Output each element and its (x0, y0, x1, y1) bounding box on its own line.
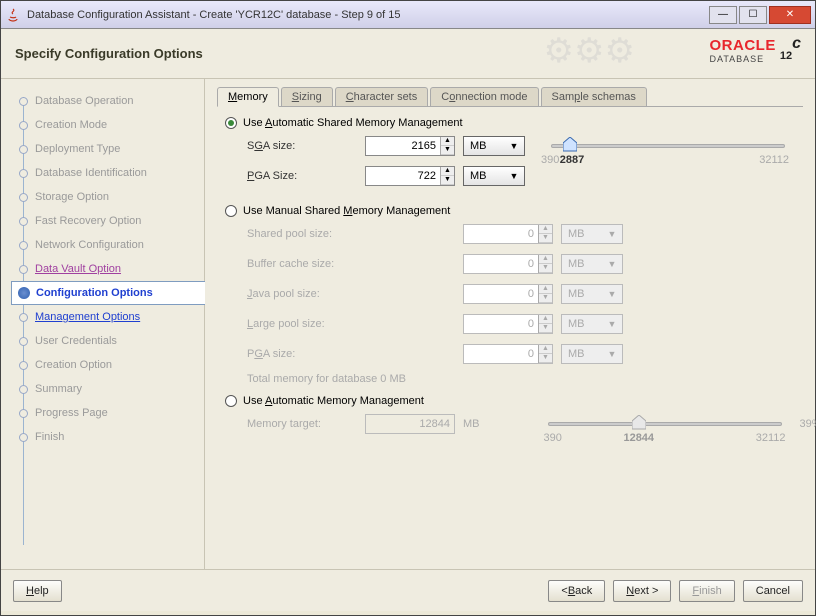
radio-auto-shared-memory[interactable] (225, 117, 237, 129)
memory-target-slider: 390 12844 32112 39% (548, 422, 782, 426)
pga-unit-combo[interactable]: MB▼ (463, 166, 525, 186)
radio-auto-memory[interactable] (225, 395, 237, 407)
slider-min: 390 (544, 432, 562, 444)
step-configuration-options[interactable]: Configuration Options (11, 281, 205, 305)
maximize-button[interactable]: ☐ (739, 6, 767, 24)
pga-size2-label: PGA size: (247, 348, 357, 360)
gears-decoration: ⚙⚙⚙ (544, 31, 635, 71)
spinner-up-icon[interactable]: ▲ (441, 167, 454, 176)
slider-thumb (632, 415, 646, 431)
chevron-down-icon: ▼ (506, 171, 522, 181)
app-window: Database Configuration Assistant - Creat… (0, 0, 816, 616)
slider-min: 390 (541, 154, 559, 166)
spinner-up-icon[interactable]: ▲ (441, 137, 454, 146)
pga-size-input[interactable]: 722▲▼ (365, 166, 455, 186)
tab-connection-mode[interactable]: Connection mode (430, 87, 538, 106)
close-button[interactable]: ✕ (769, 6, 811, 24)
spinner-down-icon[interactable]: ▼ (441, 176, 454, 185)
cancel-button[interactable]: Cancel (743, 580, 803, 602)
large-pool-unit: MB▼ (561, 314, 623, 334)
step-user-credentials: User Credentials (11, 329, 204, 353)
tab-content-memory: Use Automatic Shared Memory Management S… (217, 107, 803, 453)
large-pool-label: Large pool size: (247, 318, 357, 330)
brand-version: 12c (780, 33, 801, 67)
step-data-vault[interactable]: Data Vault Option (11, 257, 204, 281)
shared-pool-input: 0▲▼ (463, 224, 553, 244)
slider-value: 2887 (560, 154, 584, 166)
memory-target-unit: MB (463, 418, 480, 430)
help-button[interactable]: Help (13, 580, 62, 602)
java-icon (5, 7, 21, 23)
sga-unit-combo[interactable]: MB▼ (463, 136, 525, 156)
step-database-identification: Database Identification (11, 161, 204, 185)
tab-sample-schemas[interactable]: Sample schemas (541, 87, 647, 106)
header: Specify Configuration Options ⚙⚙⚙ ORACLE… (1, 29, 815, 79)
step-network-config: Network Configuration (11, 233, 204, 257)
tab-memory[interactable]: Memory (217, 87, 279, 107)
total-memory-text: Total memory for database 0 MB (247, 373, 795, 385)
step-deployment-type: Deployment Type (11, 137, 204, 161)
brand-text-top: ORACLE (710, 37, 776, 54)
step-fast-recovery: Fast Recovery Option (11, 209, 204, 233)
buffer-cache-label: Buffer cache size: (247, 258, 357, 270)
slider-max: 32112 (756, 432, 786, 444)
tab-bar: Memory Sizing Character sets Connection … (217, 87, 803, 107)
slider-percent: 39% (799, 418, 816, 430)
main-panel: Memory Sizing Character sets Connection … (205, 79, 815, 569)
finish-button: Finish (679, 580, 734, 602)
step-database-operation: Database Operation (11, 89, 204, 113)
chevron-down-icon: ▼ (506, 141, 522, 151)
radio-auto-shared-memory-label: Use Automatic Shared Memory Management (243, 117, 463, 129)
radio-manual-shared-memory-label: Use Manual Shared Memory Management (243, 205, 450, 217)
step-progress-page: Progress Page (11, 401, 204, 425)
tab-character-sets[interactable]: Character sets (335, 87, 429, 106)
pga-size2-unit: MB▼ (561, 344, 623, 364)
footer: Help < Back Next > Finish Cancel (1, 569, 815, 611)
next-button[interactable]: Next > (613, 580, 671, 602)
minimize-button[interactable]: — (709, 6, 737, 24)
step-finish: Finish (11, 425, 204, 449)
pga-size-label: PGA Size: (247, 170, 357, 182)
step-creation-option: Creation Option (11, 353, 204, 377)
back-button[interactable]: < Back (548, 580, 605, 602)
radio-manual-shared-memory[interactable] (225, 205, 237, 217)
buffer-cache-input: 0▲▼ (463, 254, 553, 274)
java-pool-unit: MB▼ (561, 284, 623, 304)
brand-logo: ORACLE DATABASE 12c (710, 33, 802, 67)
window-title: Database Configuration Assistant - Creat… (27, 9, 709, 21)
pga-size2-input: 0▲▼ (463, 344, 553, 364)
page-title: Specify Configuration Options (15, 46, 203, 61)
sga-size-label: SGA size: (247, 140, 357, 152)
java-pool-input: 0▲▼ (463, 284, 553, 304)
tab-sizing[interactable]: Sizing (281, 87, 333, 106)
shared-pool-unit: MB▼ (561, 224, 623, 244)
memory-target-input: 12844 (365, 414, 455, 434)
slider-value: 12844 (623, 432, 654, 444)
shared-pool-label: Shared pool size: (247, 228, 357, 240)
step-summary: Summary (11, 377, 204, 401)
brand-text-bottom: DATABASE (710, 54, 776, 64)
slider-max: 32112 (759, 154, 789, 166)
slider-thumb[interactable] (563, 137, 577, 153)
wizard-sidebar: Database Operation Creation Mode Deploym… (1, 79, 205, 569)
step-management-options[interactable]: Management Options (11, 305, 204, 329)
buffer-cache-unit: MB▼ (561, 254, 623, 274)
spinner-down-icon[interactable]: ▼ (441, 146, 454, 155)
large-pool-input: 0▲▼ (463, 314, 553, 334)
memory-target-label: Memory target: (247, 418, 357, 430)
step-creation-mode: Creation Mode (11, 113, 204, 137)
step-storage-option: Storage Option (11, 185, 204, 209)
sga-size-input[interactable]: 2165▲▼ (365, 136, 455, 156)
java-pool-label: Java pool size: (247, 288, 357, 300)
sga-slider[interactable]: 390 2887 32112 (551, 144, 785, 148)
titlebar: Database Configuration Assistant - Creat… (1, 1, 815, 29)
radio-auto-memory-label: Use Automatic Memory Management (243, 395, 424, 407)
